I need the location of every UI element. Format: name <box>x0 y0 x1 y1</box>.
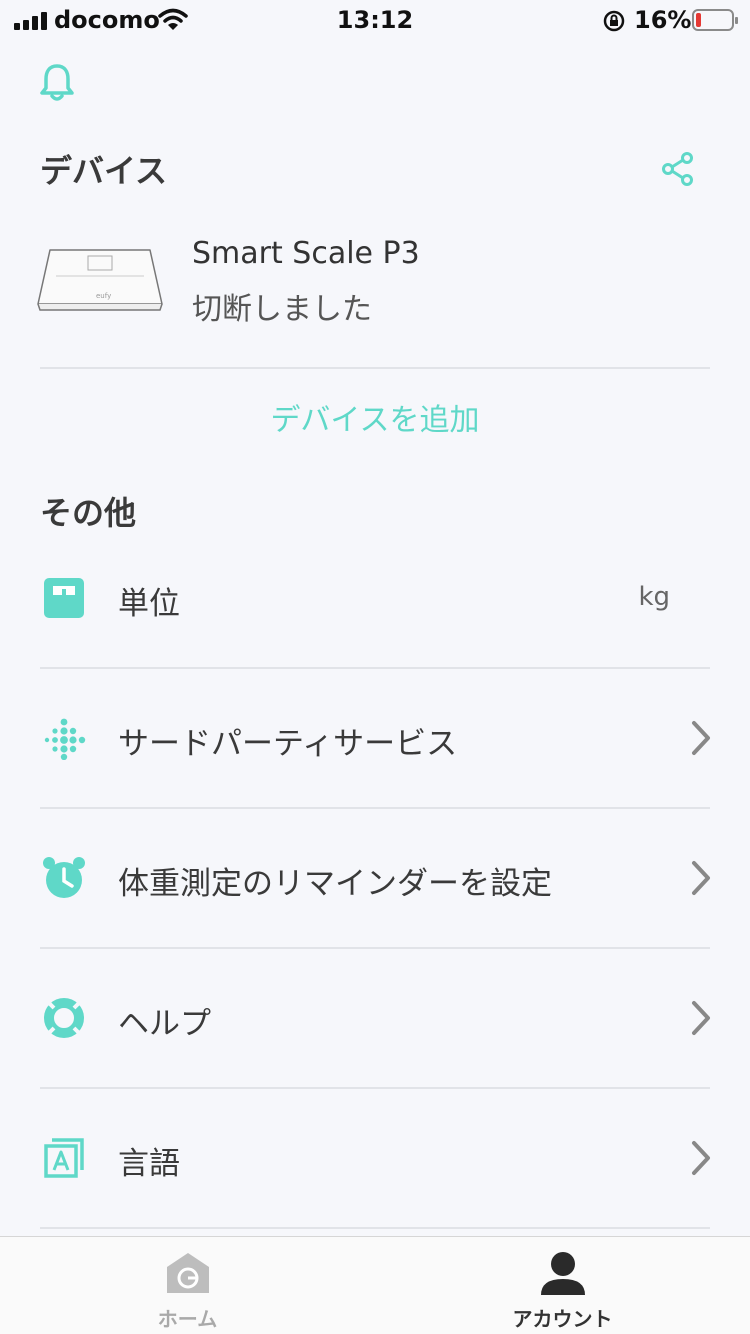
chevron-right-icon <box>692 721 710 755</box>
menu-item-unit[interactable]: 単位 kg <box>0 558 750 638</box>
alarm-clock-icon <box>43 857 85 898</box>
device-name: Smart Scale P3 <box>192 236 420 271</box>
menu-item-language[interactable]: 言語 <box>0 1118 750 1198</box>
tab-account-label: アカウント <box>512 1307 613 1331</box>
divider <box>40 947 710 949</box>
menu-item-help[interactable]: ヘルプ <box>0 978 750 1058</box>
unit-value: kg <box>638 582 670 612</box>
menu-item-label: 単位 <box>118 586 180 622</box>
tab-account[interactable]: アカウント <box>375 1237 750 1334</box>
devices-section-title: デバイス <box>40 152 168 190</box>
fitbit-icon <box>44 718 86 760</box>
menu-item-label: 言語 <box>118 1146 180 1182</box>
rotation-lock-icon <box>603 10 625 32</box>
lifebuoy-icon <box>44 998 84 1038</box>
scale-unit-icon <box>44 578 84 618</box>
status-bar: docomo 13:12 16% <box>0 0 750 42</box>
battery-level <box>696 13 701 27</box>
menu-item-label: 体重測定のリマインダーを設定 <box>118 866 552 902</box>
battery-icon <box>692 9 738 31</box>
smart-scale-image: eufy <box>37 249 163 311</box>
chevron-right-icon <box>692 1141 710 1175</box>
tab-home-label: ホーム <box>157 1307 218 1331</box>
menu-item-weight-reminder[interactable]: 体重測定のリマインダーを設定 <box>0 838 750 918</box>
tab-bar: ホーム アカウント <box>0 1236 750 1334</box>
tab-home[interactable]: ホーム <box>0 1237 375 1334</box>
device-connection-status: 切断しました <box>192 292 372 327</box>
divider <box>40 1227 710 1229</box>
svg-text:eufy: eufy <box>96 292 111 300</box>
screen: docomo 13:12 16% デバイス eufy Smart Scale P… <box>0 0 750 1334</box>
language-icon <box>44 1138 84 1178</box>
menu-item-label: サードパーティサービス <box>118 726 458 762</box>
home-icon <box>166 1253 209 1293</box>
add-device-button[interactable]: デバイスを追加 <box>0 395 750 439</box>
divider <box>40 1087 710 1089</box>
chevron-right-icon <box>692 1001 710 1035</box>
other-section-title: その他 <box>40 494 137 532</box>
battery-percent: 16% <box>634 6 692 34</box>
account-icon <box>540 1252 585 1295</box>
menu-item-label: ヘルプ <box>118 1006 211 1042</box>
menu-item-third-party-services[interactable]: サードパーティサービス <box>0 698 750 778</box>
divider <box>40 667 710 669</box>
share-icon[interactable] <box>660 151 696 187</box>
divider <box>40 367 710 369</box>
notification-bell-icon[interactable] <box>38 62 76 104</box>
chevron-right-icon <box>692 861 710 895</box>
device-row[interactable]: eufy Smart Scale P3 切断しました <box>36 236 716 327</box>
divider <box>40 807 710 809</box>
